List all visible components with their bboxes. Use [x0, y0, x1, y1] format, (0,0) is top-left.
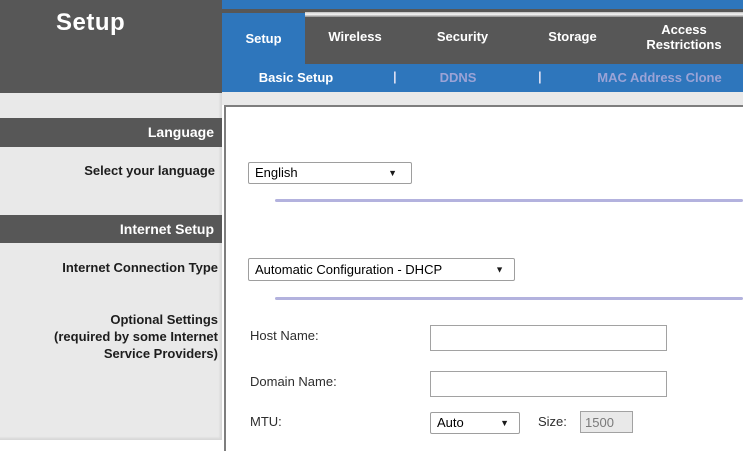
- subnav-basic-setup[interactable]: Basic Setup: [246, 64, 346, 92]
- tab-wireless[interactable]: Wireless: [305, 9, 405, 64]
- main-tab-bar: Setup Wireless Security Storage Access R…: [222, 9, 743, 64]
- subnav-divider: |: [538, 64, 542, 92]
- optional-settings-line2: (required by some Internet: [54, 328, 218, 345]
- tab-list: Setup Wireless Security Storage Access R…: [222, 9, 743, 64]
- domain-name-input[interactable]: [430, 371, 667, 397]
- language-select[interactable]: English ▼: [248, 162, 412, 184]
- header-block: Setup: [0, 0, 222, 93]
- subnav-divider: |: [393, 64, 397, 92]
- tab-security[interactable]: Security: [405, 9, 520, 64]
- dropdown-arrow-icon: ▼: [388, 163, 397, 183]
- page-title: Setup: [56, 9, 125, 37]
- connection-type-select-value: Automatic Configuration - DHCP: [255, 262, 442, 277]
- optional-settings-line3: Service Providers): [54, 345, 218, 362]
- router-admin-page: Setup Setup Wireless Security Storage Ac…: [0, 0, 743, 451]
- tab-setup[interactable]: Setup: [222, 13, 305, 64]
- language-select-value: English: [255, 165, 298, 180]
- top-accent-bar: [222, 0, 743, 9]
- subnav-ddns[interactable]: DDNS: [418, 64, 498, 92]
- sidebar: Language Select your language Internet S…: [0, 93, 222, 440]
- tab-access-restrictions[interactable]: Access Restrictions: [625, 9, 743, 64]
- tab-storage[interactable]: Storage: [520, 9, 625, 64]
- mtu-select[interactable]: Auto ▼: [430, 412, 520, 434]
- domain-name-label: Domain Name:: [250, 374, 337, 389]
- subnav-bar: Basic Setup | DDNS | MAC Address Clone: [222, 64, 743, 92]
- section-separator: [275, 297, 743, 300]
- section-separator: [275, 199, 743, 202]
- connection-type-select[interactable]: Automatic Configuration - DHCP ▼: [248, 258, 515, 281]
- section-header-internet-setup: Internet Setup: [0, 215, 222, 243]
- subnav-mac-address-clone[interactable]: MAC Address Clone: [572, 64, 743, 92]
- optional-settings-line1: Optional Settings: [54, 311, 218, 328]
- label-optional-settings: Optional Settings (required by some Inte…: [54, 311, 218, 362]
- mtu-label: MTU:: [250, 414, 282, 429]
- label-internet-connection-type: Internet Connection Type: [62, 260, 218, 275]
- dropdown-arrow-icon: ▼: [500, 413, 509, 433]
- host-name-input[interactable]: [430, 325, 667, 351]
- size-label: Size:: [538, 414, 567, 429]
- content-panel: English ▼ Automatic Configuration - DHCP…: [224, 105, 743, 451]
- spacer-band: [222, 92, 743, 105]
- mtu-select-value: Auto: [437, 415, 464, 430]
- host-name-label: Host Name:: [250, 328, 319, 343]
- mtu-size-input: [580, 411, 633, 433]
- section-header-language: Language: [0, 118, 222, 147]
- label-select-language: Select your language: [84, 163, 215, 178]
- dropdown-arrow-icon: ▼: [495, 259, 504, 280]
